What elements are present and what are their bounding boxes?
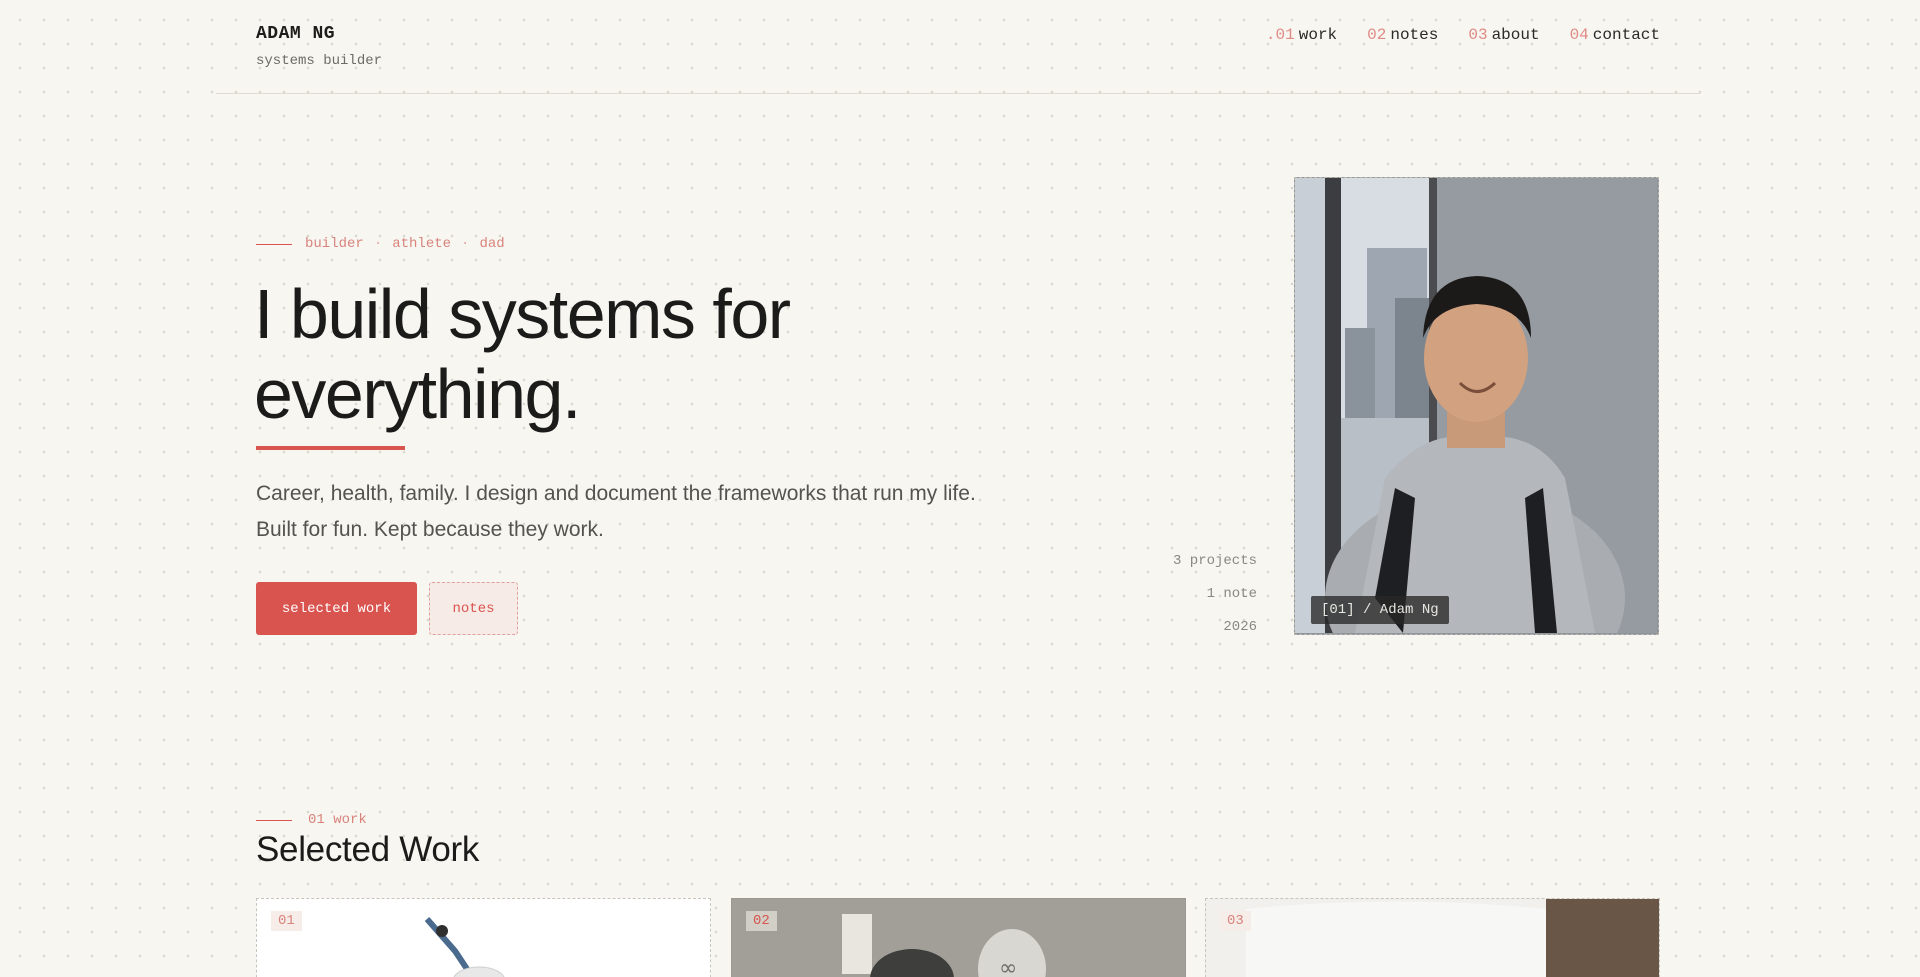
notes-button[interactable]: notes: [429, 582, 518, 635]
nav-label: work: [1298, 26, 1338, 44]
nav-label: contact: [1592, 26, 1660, 44]
nav-item-about[interactable]: 03 about: [1468, 26, 1539, 44]
stat-year: 2026: [1223, 619, 1257, 635]
hero-title-line-2: everything.: [254, 355, 581, 433]
work-eyebrow-label: 01 work: [308, 812, 367, 828]
eyebrow-rule: [256, 243, 292, 245]
work-eyebrow: 01 work: [256, 812, 367, 828]
hero-subtitle: Career, health, family. I design and doc…: [256, 476, 1056, 548]
nav-number: .01: [1265, 26, 1295, 44]
main-nav: .01 work 02 notes 03 about 04 contact: [1266, 26, 1660, 44]
portrait-illustration: [1295, 178, 1657, 633]
eyebrow-tag-builder: builder: [305, 236, 364, 252]
title-underline: [256, 446, 405, 450]
card-number: 03: [1220, 911, 1251, 931]
header-divider: [216, 93, 1700, 94]
nav-item-contact[interactable]: 04 contact: [1570, 26, 1660, 44]
stat-projects: 3 projects: [1172, 553, 1257, 569]
hero-eyebrow: builder · athlete · dad: [256, 236, 505, 252]
nav-label: notes: [1390, 26, 1439, 44]
card-thumbnail: [424, 917, 505, 977]
eyebrow-separator: ·: [461, 236, 470, 252]
work-card-3[interactable]: 03: [1205, 898, 1660, 977]
svg-text:∞: ∞: [999, 956, 1017, 977]
work-section-title: Selected Work: [256, 830, 480, 869]
nav-number: 04: [1569, 26, 1589, 44]
site-header: ADAM NG systems builder .01 work 02 notes …: [256, 24, 1660, 74]
hero-subtitle-line-2: Built for fun. Kept because they work.: [256, 518, 604, 541]
eyebrow-separator: ·: [373, 236, 383, 252]
card-number: 01: [271, 911, 302, 931]
work-card-2[interactable]: 02 ∞: [731, 898, 1186, 977]
nav-number: 02: [1367, 26, 1387, 44]
card-thumbnail: ∞: [732, 899, 1185, 977]
nav-number: 03: [1468, 26, 1488, 44]
portrait-photo: [01] / Adam Ng: [1294, 177, 1659, 635]
selected-work-button[interactable]: selected work: [256, 582, 417, 635]
stat-notes: 1 note: [1206, 586, 1257, 602]
brand-name[interactable]: ADAM NG: [256, 24, 335, 44]
nav-label: about: [1491, 26, 1540, 44]
hero-stats: 3 projects 1 note 2026: [1173, 545, 1257, 644]
eyebrow-tag-dad: dad: [479, 236, 505, 252]
card-number: 02: [746, 911, 777, 931]
work-card-1[interactable]: 01: [256, 898, 711, 977]
hero-subtitle-line-1: Career, health, family. I design and doc…: [256, 482, 976, 505]
card-thumbnail: [1206, 899, 1659, 977]
eyebrow-tag-athlete: athlete: [392, 236, 452, 252]
portrait-caption: [01] / Adam Ng: [1311, 596, 1449, 624]
brand-tagline: systems builder: [256, 53, 383, 69]
hero-title-line-1: I build systems for: [254, 275, 791, 353]
nav-item-notes[interactable]: 02 notes: [1367, 26, 1438, 44]
eyebrow-rule: [256, 819, 292, 821]
nav-item-work[interactable]: .01 work: [1266, 26, 1337, 44]
hero-title: I build systems for everything.: [254, 274, 1014, 434]
